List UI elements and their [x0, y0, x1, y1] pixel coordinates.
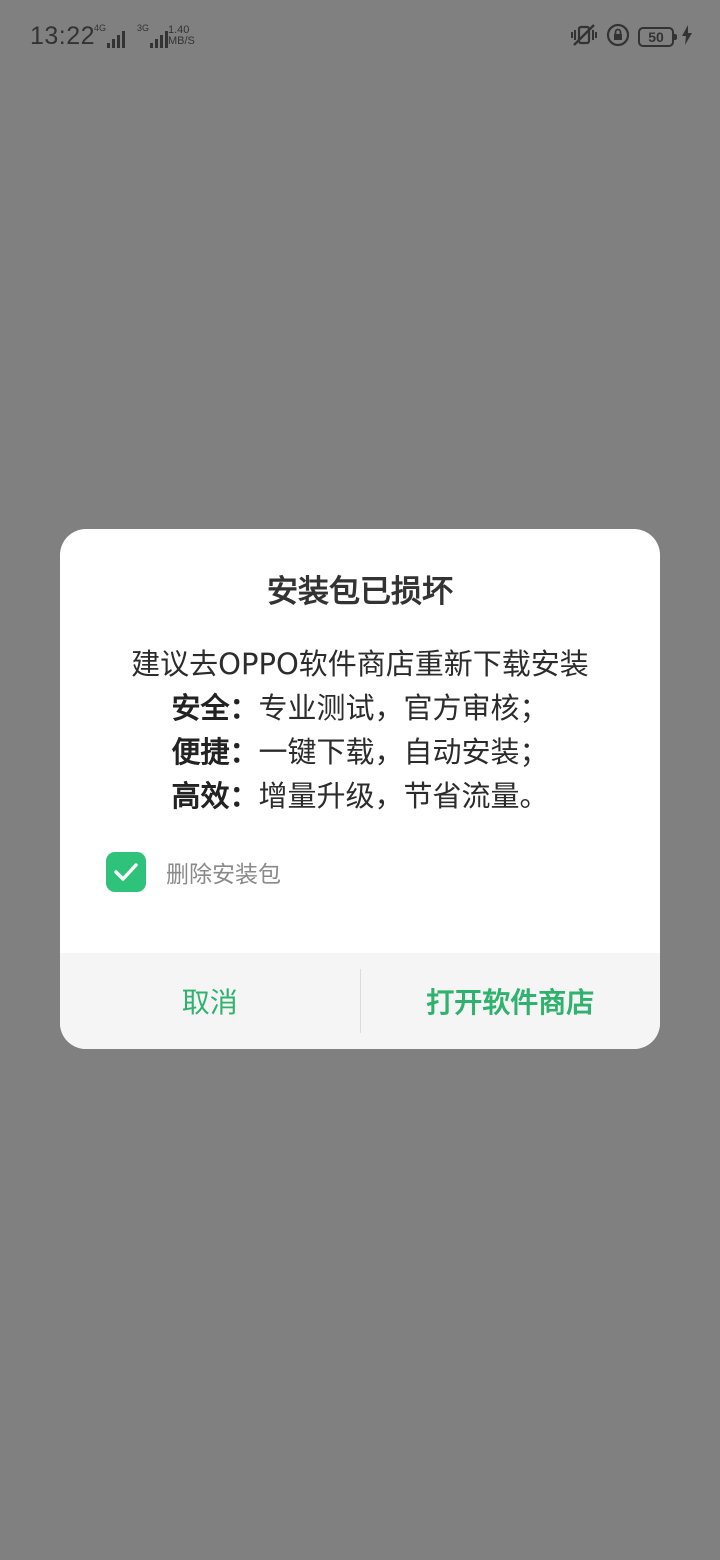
feature-safe: 安全：专业测试，官方审核； — [171, 691, 549, 725]
rotation-lock-icon — [606, 23, 630, 51]
delete-package-label[interactable]: 删除安装包 — [166, 855, 281, 889]
feature-efficient: 高效：增量升级，节省流量。 — [171, 779, 549, 813]
signal-4g-icon: 4G — [94, 24, 126, 48]
dialog-footer: 取消 打开软件商店 — [60, 953, 660, 1049]
battery-icon: 50 — [638, 27, 677, 47]
feature-convenient: 便捷：一键下载，自动安装； — [171, 735, 549, 769]
signal-3g-icon: 3G — [137, 24, 169, 48]
dialog-title: 安装包已损坏 — [267, 574, 453, 610]
delete-package-option[interactable]: 删除安装包 — [106, 852, 281, 892]
open-app-store-button[interactable]: 打开软件商店 — [361, 953, 661, 1049]
delete-package-checkbox[interactable] — [106, 852, 146, 892]
charging-icon — [682, 25, 692, 49]
vibrate-mute-icon — [570, 22, 598, 52]
status-time: 13:22 — [30, 22, 96, 50]
dialog-message: 建议去OPPO软件商店重新下载安装 安全：专业测试，官方审核； 便捷：一键下载，… — [60, 642, 660, 818]
network-speed: 1.40 MB/S — [168, 24, 195, 47]
checkmark-icon — [114, 863, 138, 881]
message-line: 建议去OPPO软件商店重新下载安装 — [131, 647, 589, 681]
cancel-button[interactable]: 取消 — [60, 953, 360, 1049]
corrupted-package-dialog: 安装包已损坏 建议去OPPO软件商店重新下载安装 安全：专业测试，官方审核； 便… — [60, 529, 660, 1049]
status-bar: 13:22 4G 3G 1.40 MB/S 50 — [0, 0, 720, 76]
